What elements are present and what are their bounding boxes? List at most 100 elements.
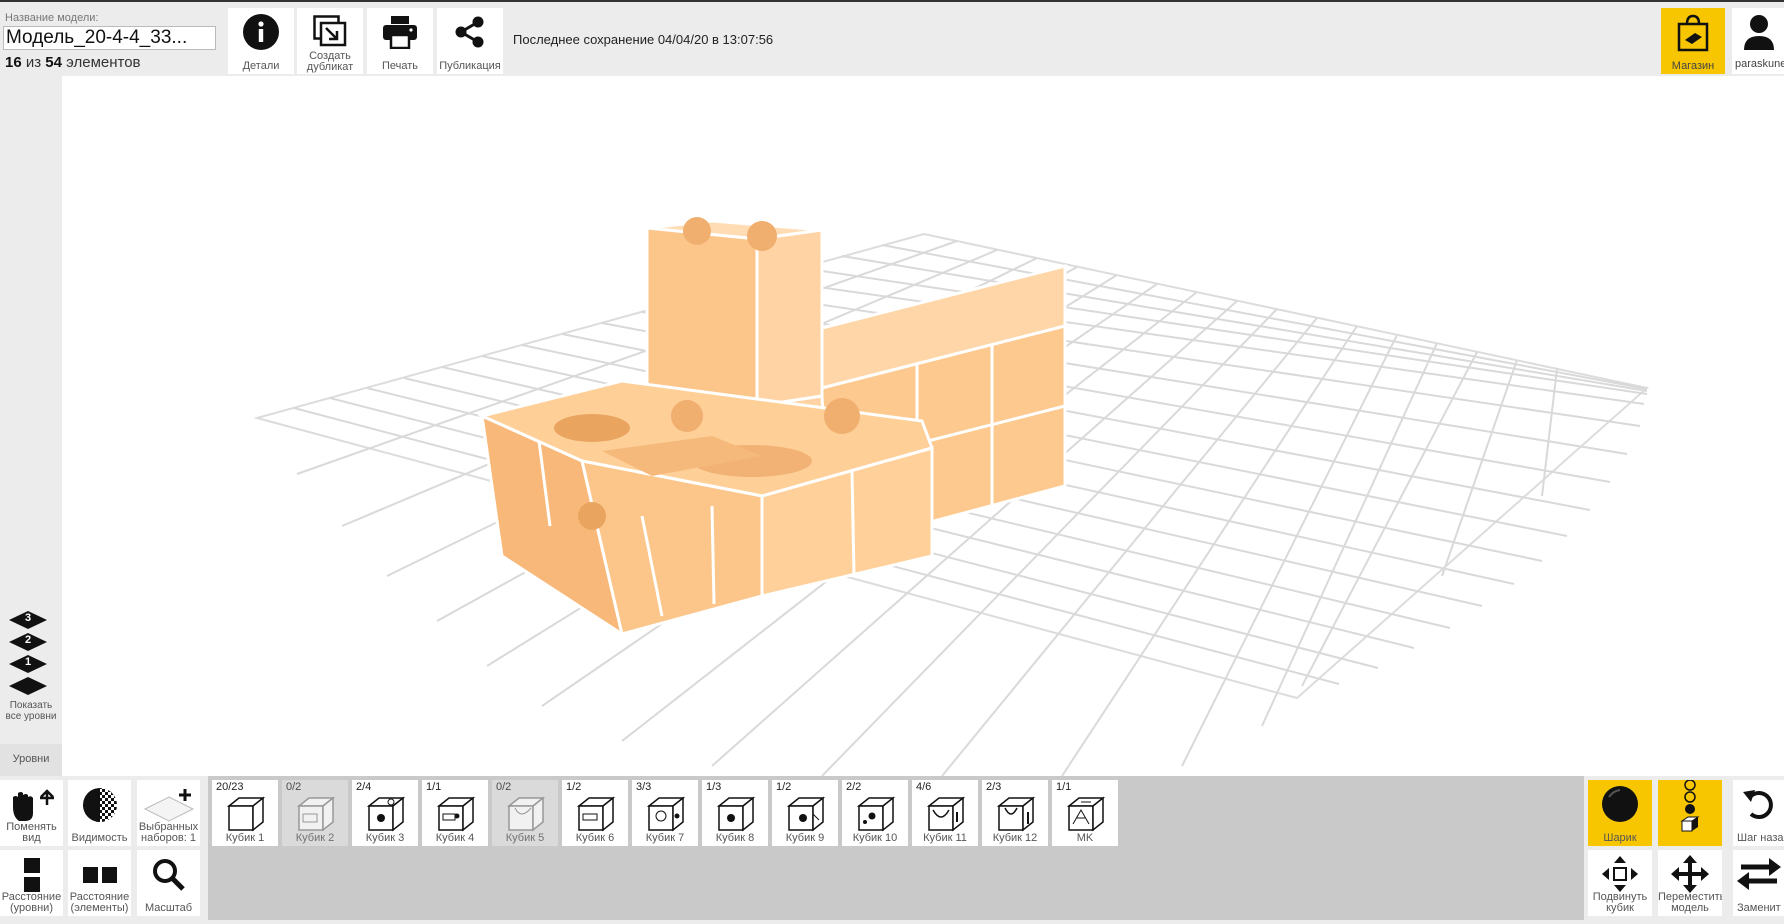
cube-palette: 20/23 Кубик 1 0/2 Кубик 2 2/4 Кубик 3 1/… <box>208 776 1584 920</box>
distance-levels-button[interactable]: Расстояние (уровни) <box>0 850 63 916</box>
cube-label: Кубик 4 <box>435 832 475 844</box>
cube-item-mk[interactable]: 1/1 MK <box>1052 780 1118 846</box>
element-count-suffix: элементов <box>66 54 141 71</box>
cube-item-9[interactable]: 1/2 Кубик 9 <box>772 780 838 846</box>
distance-levels-line2: (уровни) <box>9 902 53 914</box>
model-name-label: Название модели: <box>5 12 99 24</box>
replace-button[interactable]: Заменит <box>1733 850 1784 916</box>
change-view-button[interactable]: Поменять вид <box>0 780 63 846</box>
cube-count: 2/3 <box>986 781 1002 793</box>
show-all-levels-icon[interactable] <box>8 676 48 696</box>
ball-label: Шарик <box>1603 832 1637 844</box>
cube-item-3[interactable]: 2/4 Кубик 3 <box>352 780 418 846</box>
distance-elements-button[interactable]: Расстояние (элементы) <box>68 850 131 916</box>
cube-block-front <box>477 379 934 638</box>
cube-item-12[interactable]: 2/3 Кубик 12 <box>982 780 1048 846</box>
replace-label: Заменит <box>1737 902 1781 914</box>
cube-count: 1/1 <box>426 781 442 793</box>
print-label: Печать <box>381 60 419 72</box>
duplicate-button[interactable]: Создать дубликат <box>297 8 363 74</box>
duplicate-label: Создать дубликат <box>297 51 363 73</box>
cube-6-icon <box>577 796 615 832</box>
print-button[interactable]: Печать <box>367 8 433 74</box>
level-3-button[interactable]: 3 <box>8 610 48 630</box>
model-3d-viewport[interactable] <box>62 76 1784 777</box>
cube-item-8[interactable]: 1/3 Кубик 8 <box>702 780 768 846</box>
add-set-icon <box>137 786 200 824</box>
stack-mode-button[interactable] <box>1658 780 1722 846</box>
level-1-button[interactable]: 1 <box>8 654 48 674</box>
show-all-label-line2: все уровни <box>5 711 57 722</box>
cube-item-5[interactable]: 0/2 Кубик 5 <box>492 780 558 846</box>
swap-arrows-icon <box>1733 854 1784 894</box>
cube-9-icon <box>787 796 825 832</box>
zoom-label: Масштаб <box>144 902 193 914</box>
move-model-label: Переместить модель <box>1658 892 1722 914</box>
cube-label: Кубик 9 <box>785 832 825 844</box>
ball-button[interactable]: Шарик <box>1588 780 1652 846</box>
info-icon <box>228 14 294 50</box>
cube-count: 20/23 <box>216 781 244 793</box>
cube-label: Кубик 11 <box>923 832 967 844</box>
levels-tab[interactable]: Уровни <box>0 744 62 776</box>
model-name-field[interactable]: Модель_20-4-4_33... <box>3 26 216 50</box>
visibility-label: Видимость <box>71 832 128 844</box>
hand-move-icon <box>0 786 63 824</box>
visibility-button[interactable]: Видимость <box>68 780 131 846</box>
cube-count: 1/1 <box>1056 781 1072 793</box>
cube-item-11[interactable]: 4/6 Кубик 11 <box>912 780 978 846</box>
undo-icon <box>1733 784 1784 824</box>
zoom-button[interactable]: Масштаб <box>137 850 200 916</box>
element-count: 16 из 54 элементов <box>5 54 141 71</box>
cube-count: 1/2 <box>566 781 582 793</box>
cube-item-6[interactable]: 1/2 Кубик 6 <box>562 780 628 846</box>
shop-button[interactable]: Магазин <box>1661 8 1725 74</box>
top-bar: Название модели: Модель_20-4-4_33... 16 … <box>0 0 1784 76</box>
cube-item-1[interactable]: 20/23 Кубик 1 <box>212 780 278 846</box>
levels-sidebar: 3 2 1 Показать все уровни <box>0 76 62 776</box>
cube-count: 1/2 <box>776 781 792 793</box>
move-cube-button[interactable]: Подвинуть кубик <box>1588 850 1652 916</box>
level-2-button[interactable]: 2 <box>8 632 48 652</box>
shop-label: Магазин <box>1671 60 1715 72</box>
selected-sets-button[interactable]: Выбранных наборов: 1 <box>137 780 200 846</box>
undo-button[interactable]: Шаг наза <box>1733 780 1784 846</box>
distance-elements-icon <box>68 856 131 894</box>
cube-label: Кубик 6 <box>575 832 615 844</box>
undo-label: Шаг наза <box>1737 832 1784 844</box>
cube-mk-icon <box>1067 796 1105 832</box>
user-account-button[interactable]: paraskune <box>1732 8 1784 74</box>
cube-item-2[interactable]: 0/2 Кубик 2 <box>282 780 348 846</box>
element-count-current: 16 <box>5 54 22 71</box>
cube-2-icon <box>297 796 335 832</box>
move-arrows-icon <box>1588 854 1652 894</box>
selected-sets-label: Выбранных наборов: 1 <box>137 822 200 844</box>
cube-10-icon <box>857 796 895 832</box>
cube-item-4[interactable]: 1/1 Кубик 4 <box>422 780 488 846</box>
cube-item-10[interactable]: 2/2 Кубик 10 <box>842 780 908 846</box>
cube-8-icon <box>717 796 755 832</box>
distance-elements-label: Расстояние (элементы) <box>68 892 131 914</box>
move-cube-label: Подвинуть кубик <box>1588 892 1652 914</box>
last-save-status: Последнее сохранение 04/04/20 в 13:07:56 <box>513 32 774 47</box>
change-view-line2: вид <box>22 832 41 844</box>
cube-count: 4/6 <box>916 781 932 793</box>
show-all-levels-button[interactable]: Показать все уровни <box>0 700 62 722</box>
move-model-button[interactable]: Переместить модель <box>1658 850 1722 916</box>
cube-label: Кубик 3 <box>365 832 405 844</box>
visibility-checker-icon <box>68 786 131 824</box>
cube-label: Кубик 8 <box>715 832 755 844</box>
change-view-label: Поменять вид <box>0 822 63 844</box>
level-1-label: 1 <box>24 656 32 668</box>
cube-count: 0/2 <box>496 781 512 793</box>
model-scene <box>253 217 1650 777</box>
cube-label: Кубик 12 <box>992 832 1038 844</box>
distance-elements-line2: (элементы) <box>70 902 129 914</box>
level-3-label: 3 <box>24 612 32 624</box>
details-button[interactable]: Детали <box>228 8 294 74</box>
cube-label: Кубик 1 <box>225 832 265 844</box>
publish-button[interactable]: Публикация <box>437 8 503 74</box>
cube-label: Кубик 2 <box>295 832 335 844</box>
cube-item-7[interactable]: 3/3 Кубик 7 <box>632 780 698 846</box>
move-cube-line2: кубик <box>1606 902 1634 914</box>
